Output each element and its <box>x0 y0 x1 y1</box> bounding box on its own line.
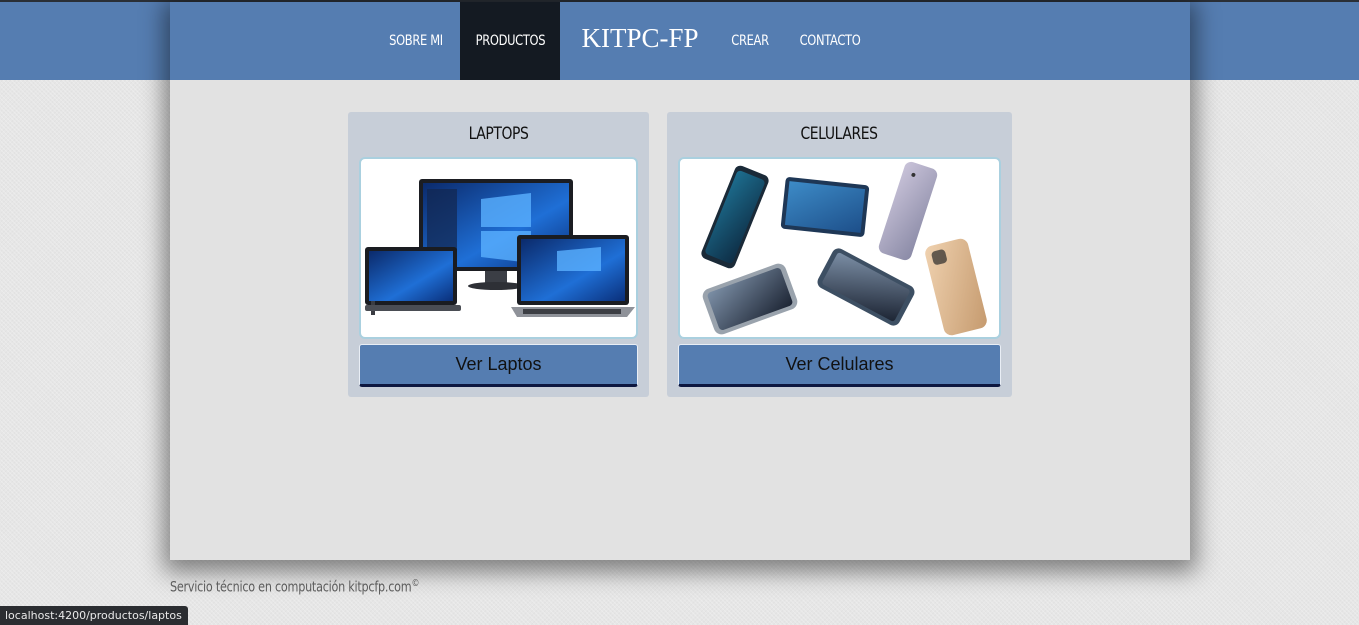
card-title: CELULARES <box>800 124 879 144</box>
page-container: LAPTOPS Ver Laptos CELULARES Ver Celular… <box>170 2 1190 560</box>
browser-status-url: localhost:4200/productos/laptos <box>0 606 188 625</box>
nav-item-contacto[interactable]: CONTACTO <box>797 2 863 80</box>
main-navbar: SOBRE MI PRODUCTOS KITPC-FP CREAR CONTAC… <box>170 2 1190 80</box>
product-card-laptops: LAPTOPS Ver Laptos <box>348 112 649 397</box>
card-title: LAPTOPS <box>468 124 529 144</box>
smartphones-illustration <box>701 161 987 336</box>
laptops-image[interactable] <box>359 157 638 339</box>
ver-laptops-button[interactable]: Ver Laptos <box>359 344 638 387</box>
nav-item-crear[interactable]: CREAR <box>724 2 776 80</box>
brand-logo-text[interactable]: KITPC-FP <box>570 2 710 80</box>
laptops-illustration <box>365 179 635 317</box>
nav-item-sobre-mi[interactable]: SOBRE MI <box>382 2 451 80</box>
footer-text: Servicio técnico en computación kitpcfp.… <box>170 578 420 596</box>
ver-celulares-button[interactable]: Ver Celulares <box>678 344 1001 387</box>
copyright-symbol: © <box>411 578 420 589</box>
product-card-celulares: CELULARES Ver Celulares <box>667 112 1012 397</box>
nav-item-productos[interactable]: PRODUCTOS <box>460 2 560 80</box>
smartphones-image[interactable] <box>678 157 1001 339</box>
